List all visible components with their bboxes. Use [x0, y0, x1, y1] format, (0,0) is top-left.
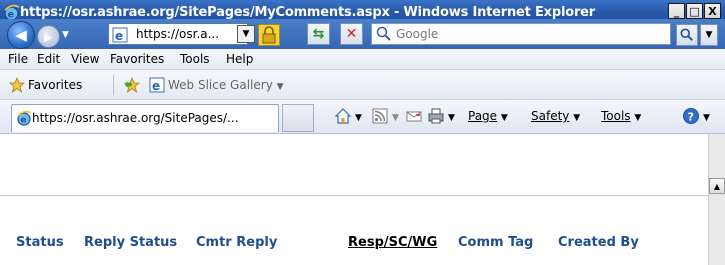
page-menu-label: Page [468, 109, 498, 123]
favorites-bar: Favorites e Web Slice Gallery ▼ [0, 70, 725, 100]
help-icon[interactable]: ? [682, 107, 700, 125]
back-button[interactable]: ◀ [7, 21, 35, 49]
column-header-comm-tag[interactable]: Comm Tag [458, 235, 533, 250]
column-header-reply-status[interactable]: Reply Status [84, 235, 177, 250]
address-input[interactable]: e https://osr.a... [108, 23, 248, 45]
favorites-star-icon[interactable] [9, 77, 25, 93]
column-header-status[interactable]: Status [16, 235, 64, 250]
svg-text:e: e [152, 79, 160, 93]
menu-bar: File Edit View Favorites Tools Help [0, 49, 725, 70]
scroll-up-arrow-icon[interactable]: ▲ [709, 178, 725, 194]
menu-view[interactable]: View [71, 52, 99, 66]
web-slice-icon: e [149, 77, 165, 93]
window-controls: _ □ X [667, 3, 721, 19]
search-provider-icon [376, 26, 391, 41]
back-arrow-icon: ◀ [15, 26, 27, 44]
menu-tools[interactable]: Tools [180, 52, 210, 66]
menu-help[interactable]: Help [226, 52, 253, 66]
safety-menu-label: Safety [531, 109, 570, 123]
page-menu[interactable]: Page ▼ [468, 109, 508, 123]
feeds-dropdown-icon[interactable]: ▼ [392, 109, 399, 123]
help-dropdown-icon[interactable]: ▼ [703, 109, 710, 123]
tools-dropdown-icon: ▼ [634, 113, 642, 123]
search-options-dropdown[interactable]: ▼ [700, 24, 718, 46]
tab-label: https://osr.ashrae.org/SitePages/... [32, 111, 239, 125]
search-placeholder: Google [396, 27, 439, 41]
minimize-button[interactable]: _ [668, 3, 685, 19]
svg-text:e: e [20, 116, 26, 126]
svg-text:e: e [115, 29, 123, 43]
close-button[interactable]: X [704, 3, 721, 19]
home-icon[interactable] [334, 107, 352, 125]
forward-button[interactable]: ▶ [37, 25, 60, 48]
search-icon [680, 28, 693, 41]
safety-menu[interactable]: Safety ▼ [531, 109, 580, 123]
forward-arrow-icon: ▶ [43, 29, 54, 44]
search-button[interactable] [676, 24, 698, 46]
svg-text:?: ? [688, 111, 694, 124]
window-title: https://osr.ashrae.org/SitePages/MyComme… [20, 5, 595, 20]
page-dropdown-icon: ▼ [500, 113, 508, 123]
add-favorite-icon[interactable] [124, 77, 140, 93]
search-input[interactable]: Google [371, 23, 671, 45]
home-dropdown-icon[interactable]: ▼ [355, 109, 362, 123]
stop-button[interactable]: ✕ [340, 23, 363, 45]
web-slice-dropdown-icon: ▼ [276, 82, 284, 92]
divider [0, 195, 708, 196]
maximize-button[interactable]: □ [686, 3, 703, 19]
menu-file[interactable]: File [8, 52, 28, 66]
tools-menu-label: Tools [601, 109, 631, 123]
feeds-icon[interactable] [371, 107, 389, 125]
stop-icon: ✕ [345, 26, 358, 42]
new-tab-button[interactable] [282, 104, 314, 132]
read-mail-icon[interactable] [405, 107, 423, 125]
page-content: Status Reply Status Cmtr Reply Resp/SC/W… [0, 134, 708, 265]
menu-favorites[interactable]: Favorites [110, 52, 164, 66]
security-lock-icon[interactable] [258, 24, 280, 46]
web-slice-gallery-link[interactable]: Web Slice Gallery ▼ [168, 78, 284, 92]
refresh-icon: ⇆ [312, 26, 325, 42]
favorites-button[interactable]: Favorites [28, 78, 82, 92]
page-icon: e [112, 27, 128, 43]
address-url: https://osr.a... [136, 27, 220, 41]
recent-pages-dropdown-icon[interactable]: ▼ [62, 30, 69, 40]
favorites-separator [113, 75, 114, 95]
command-bar: e https://osr.ashrae.org/SitePages/... ▼… [0, 100, 725, 134]
tab-page-icon: e [17, 110, 32, 126]
address-dropdown-button[interactable]: ▼ [237, 25, 255, 43]
print-icon[interactable] [427, 107, 445, 125]
safety-dropdown-icon: ▼ [573, 113, 581, 123]
web-slice-gallery-label: Web Slice Gallery [168, 78, 273, 92]
tab-current-page[interactable]: e https://osr.ashrae.org/SitePages/... [11, 104, 279, 132]
vertical-scrollbar[interactable]: ▲ [708, 134, 725, 265]
address-toolbar: ◀ ▶ ▼ e https://osr.a... ▼ ⇆ ✕ Google ▼ [0, 19, 725, 49]
print-dropdown-icon[interactable]: ▼ [448, 109, 455, 123]
menu-edit[interactable]: Edit [37, 52, 60, 66]
tools-menu[interactable]: Tools ▼ [601, 109, 641, 123]
column-header-created-by[interactable]: Created By [558, 235, 639, 250]
column-header-cmtr-reply[interactable]: Cmtr Reply [196, 235, 277, 250]
column-header-resp-sc-wg[interactable]: Resp/SC/WG [348, 235, 437, 250]
refresh-button[interactable]: ⇆ [307, 23, 330, 45]
